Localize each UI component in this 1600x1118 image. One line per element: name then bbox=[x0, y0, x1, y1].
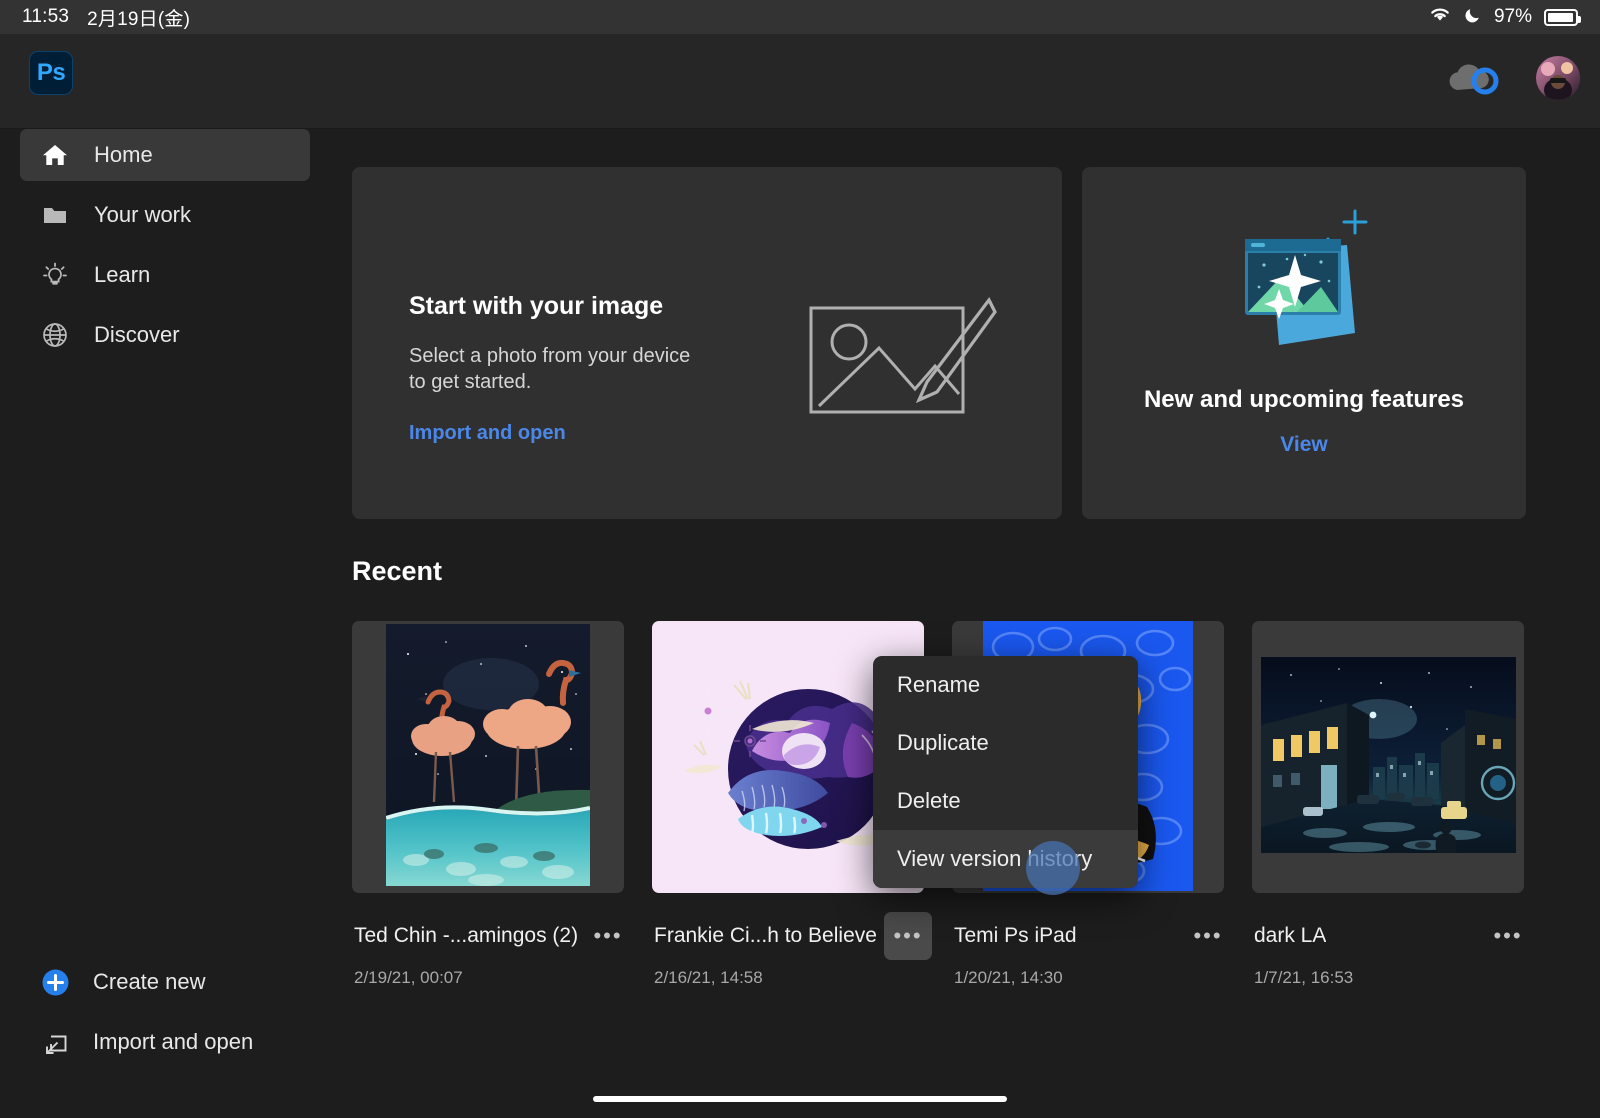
recent-item-meta: Frankie Ci...h to Believe ••• bbox=[652, 912, 924, 960]
context-menu-item-rename[interactable]: Rename bbox=[873, 656, 1138, 714]
import-icon bbox=[40, 1027, 70, 1057]
folder-icon bbox=[40, 200, 70, 230]
main-content: Start with your image Select a photo fro… bbox=[330, 129, 1600, 1118]
import-and-open-button[interactable]: Import and open bbox=[20, 1016, 320, 1068]
plus-circle-icon bbox=[40, 967, 70, 997]
home-indicator[interactable] bbox=[593, 1096, 1007, 1102]
recent-thumbnail[interactable] bbox=[1252, 621, 1524, 893]
recent-item-name: Ted Chin -...amingos (2) bbox=[354, 924, 578, 948]
recent-item-meta: Temi Ps iPad ••• bbox=[952, 912, 1224, 960]
recent-item-name: Frankie Ci...h to Believe bbox=[654, 924, 877, 948]
night-city-street-photo bbox=[1261, 657, 1516, 858]
context-menu: Rename Duplicate Delete View version his… bbox=[873, 656, 1138, 888]
recent-item-overflow-button[interactable]: ••• bbox=[1484, 912, 1532, 960]
recent-item-name: Temi Ps iPad bbox=[954, 924, 1077, 948]
sidebar-item-your-work[interactable]: Your work bbox=[20, 189, 310, 241]
recent-item-overflow-button[interactable]: ••• bbox=[884, 912, 932, 960]
sidebar: Home Your work bbox=[0, 129, 330, 1118]
start-with-your-image-card[interactable]: Start with your image Select a photo fro… bbox=[352, 167, 1062, 519]
start-card-import-link[interactable]: Import and open bbox=[409, 422, 709, 445]
sidebar-item-discover[interactable]: Discover bbox=[20, 309, 310, 361]
context-menu-item-delete[interactable]: Delete bbox=[873, 772, 1138, 830]
features-card-view-link[interactable]: View bbox=[1082, 433, 1526, 457]
sidebar-item-learn[interactable]: Learn bbox=[20, 249, 310, 301]
photoshop-logo[interactable]: Ps bbox=[29, 51, 73, 95]
status-bar-left: 11:53 2月19日(金) bbox=[22, 4, 190, 31]
status-bar-right: 97% bbox=[1428, 5, 1578, 29]
globe-icon bbox=[40, 320, 70, 350]
recent-item-date: 2/19/21, 00:07 bbox=[352, 968, 624, 988]
start-card-description: Select a photo from your device to get s… bbox=[409, 343, 709, 396]
wifi-icon bbox=[1428, 5, 1452, 29]
app-header: Ps bbox=[0, 34, 1600, 129]
status-bar: 11:53 2月19日(金) 97% bbox=[0, 0, 1600, 34]
status-time: 11:53 bbox=[22, 6, 69, 28]
sidebar-item-label: Your work bbox=[94, 202, 191, 228]
sidebar-item-home[interactable]: Home bbox=[20, 129, 310, 181]
recent-item-meta: Ted Chin -...amingos (2) ••• bbox=[352, 912, 624, 960]
start-card-text: Start with your image Select a photo fro… bbox=[409, 292, 709, 445]
recent-item-date: 2/16/21, 14:58 bbox=[652, 968, 924, 988]
list-item[interactable]: dark LA ••• 1/7/21, 16:53 bbox=[1252, 621, 1524, 988]
sidebar-item-label: Discover bbox=[94, 322, 180, 348]
import-and-open-label: Import and open bbox=[93, 1029, 253, 1055]
create-new-button[interactable]: Create new bbox=[20, 956, 320, 1008]
user-avatar[interactable] bbox=[1536, 56, 1580, 100]
sparkle-photos-illustration bbox=[1209, 205, 1399, 370]
status-date: 2月19日(金) bbox=[87, 4, 190, 31]
flamingo-clouds-artwork bbox=[386, 624, 590, 891]
new-and-upcoming-features-card[interactable]: New and upcoming features View bbox=[1082, 167, 1526, 519]
features-card-title: New and upcoming features bbox=[1082, 386, 1526, 414]
battery-icon bbox=[1544, 9, 1578, 26]
recent-item-name: dark LA bbox=[1254, 924, 1326, 948]
cloud-sync-icon[interactable] bbox=[1443, 58, 1505, 100]
list-item[interactable]: Ted Chin -...amingos (2) ••• 2/19/21, 00… bbox=[352, 621, 624, 988]
photoshop-ipad-home-screen: 11:53 2月19日(金) 97% Ps bbox=[0, 0, 1600, 1118]
home-icon bbox=[40, 140, 70, 170]
recent-heading: Recent bbox=[352, 556, 442, 587]
recent-item-meta: dark LA ••• bbox=[1252, 912, 1524, 960]
context-menu-item-view-version-history[interactable]: View version history bbox=[873, 830, 1138, 888]
sidebar-bottom-actions: Create new Import and open bbox=[20, 956, 320, 1068]
recent-item-date: 1/20/21, 14:30 bbox=[952, 968, 1224, 988]
sidebar-item-label: Home bbox=[94, 142, 153, 168]
touch-point-indicator bbox=[1026, 841, 1080, 895]
recent-item-date: 1/7/21, 16:53 bbox=[1252, 968, 1524, 988]
moon-icon bbox=[1464, 6, 1482, 29]
lightbulb-icon bbox=[40, 260, 70, 290]
recent-item-overflow-button[interactable]: ••• bbox=[1184, 912, 1232, 960]
battery-percent: 97% bbox=[1494, 6, 1532, 28]
recent-thumbnail[interactable] bbox=[352, 621, 624, 893]
sidebar-item-label: Learn bbox=[94, 262, 150, 288]
context-menu-item-duplicate[interactable]: Duplicate bbox=[873, 714, 1138, 772]
start-card-title: Start with your image bbox=[409, 292, 709, 321]
recent-item-overflow-button[interactable]: ••• bbox=[584, 912, 632, 960]
image-with-pen-icon bbox=[807, 294, 997, 419]
create-new-label: Create new bbox=[93, 969, 206, 995]
